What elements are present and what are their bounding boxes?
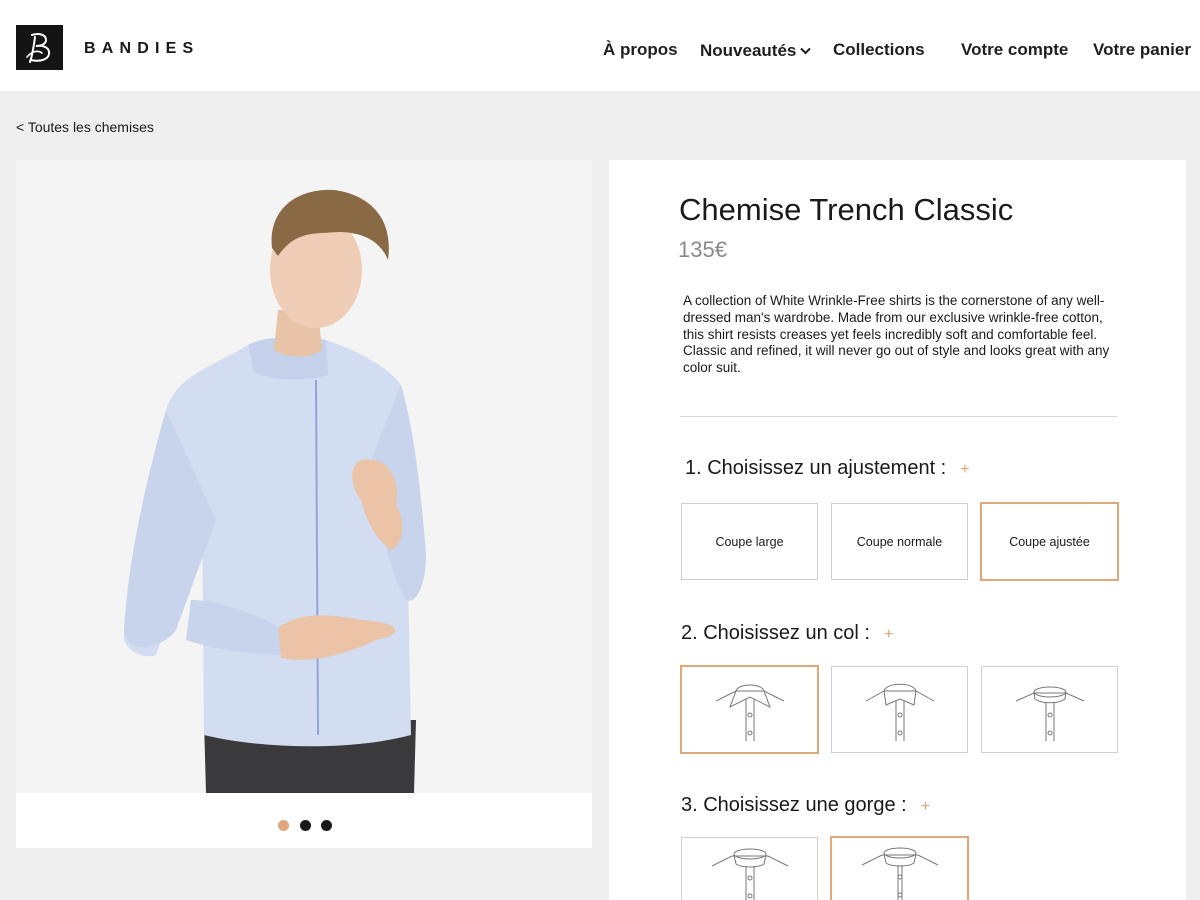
fit-option-label: Coupe large [715, 534, 784, 549]
standard-placket-icon [711, 848, 788, 900]
step-collar-label: 2. Choisissez un col : [681, 622, 870, 644]
breadcrumb-back-link[interactable]: < Toutes les chemises [16, 119, 154, 135]
nav-votre-compte[interactable]: Votre compte [961, 40, 1068, 60]
nav-collections[interactable]: Collections [833, 40, 925, 60]
fit-option-coupe-ajustee[interactable]: Coupe ajustée [980, 502, 1119, 581]
product-price: 135€ [678, 237, 727, 262]
carousel-dot-3[interactable] [321, 820, 332, 831]
cutaway-collar-icon [865, 683, 934, 741]
carousel-dots [16, 820, 592, 832]
step-collar-heading: 2. Choisissez un col : + [681, 622, 893, 645]
product-gallery [16, 160, 592, 848]
model-wearing-shirt-photo [16, 160, 592, 793]
plus-icon[interactable]: + [921, 798, 930, 815]
nav-nouveautes-label: Nouveautés [700, 41, 797, 60]
fit-option-coupe-large[interactable]: Coupe large [681, 503, 818, 580]
step-fit-label: 1. Choisissez un ajustement : [685, 457, 947, 479]
brand-name[interactable]: BANDIES [84, 40, 199, 58]
divider [680, 416, 1117, 417]
collar-option-cutaway[interactable] [831, 666, 968, 753]
collar-option-classic[interactable] [680, 665, 819, 754]
french-placket-icon [861, 847, 938, 900]
chevron-down-icon [800, 40, 812, 60]
fit-option-coupe-normale[interactable]: Coupe normale [831, 503, 968, 580]
plus-icon[interactable]: + [960, 461, 969, 478]
product-title: Chemise Trench Classic [679, 192, 1014, 227]
plus-icon[interactable]: + [884, 626, 893, 643]
product-description: A collection of White Wrinkle-Free shirt… [683, 293, 1110, 376]
fit-option-label: Coupe normale [856, 534, 943, 549]
step-fit-heading: 1. Choisissez un ajustement : + [685, 457, 970, 480]
site-header: BANDIES À propos Nouveautés Collections … [0, 0, 1200, 91]
classic-collar-icon [715, 684, 784, 741]
nav-votre-panier[interactable]: Votre panier [1093, 40, 1191, 60]
carousel-dot-1[interactable] [278, 820, 289, 831]
placket-option-standard[interactable] [681, 837, 818, 900]
b-monogram-logo-icon[interactable] [16, 25, 63, 70]
step-placket-label: 3. Choisissez une gorge : [681, 794, 907, 816]
carousel-dot-2[interactable] [300, 820, 311, 831]
product-details: Chemise Trench Classic 135€ A collection… [609, 160, 1186, 900]
placket-option-french[interactable] [830, 836, 969, 900]
nav-nouveautes[interactable]: Nouveautés [700, 40, 812, 61]
collar-option-mandarin[interactable] [981, 666, 1118, 753]
fit-option-label: Coupe ajustée [1009, 534, 1090, 549]
mandarin-collar-icon [1015, 686, 1084, 741]
nav-a-propos[interactable]: À propos [603, 40, 678, 60]
step-placket-heading: 3. Choisissez une gorge : + [681, 794, 930, 817]
